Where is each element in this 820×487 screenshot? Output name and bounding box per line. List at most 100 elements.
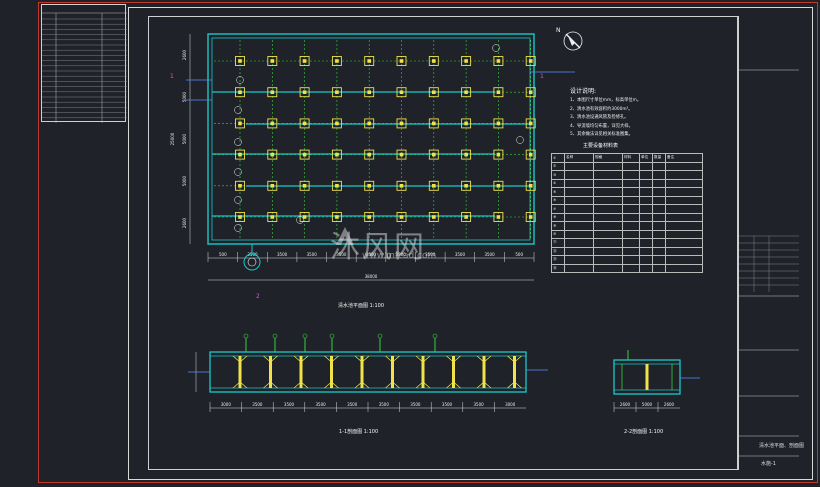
design-note-line: 5、其余做法详见相关标准图集。: [570, 131, 633, 137]
materials-cell: [652, 263, 666, 273]
materials-row: ⑧: [551, 212, 703, 222]
materials-cell: ⑧: [551, 212, 565, 222]
materials-cell: [665, 246, 703, 256]
materials-cell: [652, 204, 666, 214]
design-notes: 设计说明: 1、本图尺寸单位mm，标高单位m。 2、清水池有效容积约3000m³。…: [570, 86, 740, 137]
materials-cell: [639, 161, 653, 171]
materials-cell: [652, 195, 666, 205]
materials-cell: [665, 212, 703, 222]
plan-left-dimension: 5000: [182, 133, 187, 144]
materials-cell: [564, 161, 594, 171]
materials-cell: [652, 212, 666, 222]
materials-cell: [639, 246, 653, 256]
materials-cell: 名称: [564, 153, 594, 163]
materials-row: ③: [551, 170, 703, 180]
materials-cell: ⑩: [551, 229, 565, 239]
materials-cell: [564, 204, 594, 214]
section2-dimension: 5000: [642, 402, 653, 407]
materials-cell: [652, 238, 666, 248]
section1-dimension: 3500: [316, 402, 327, 407]
materials-cell: [652, 178, 666, 188]
plan-total-dimension: 38000: [365, 274, 378, 279]
materials-cell: [652, 246, 666, 256]
materials-row: ⑬: [551, 255, 703, 265]
design-notes-title: 设计说明:: [570, 88, 597, 95]
materials-cell: 规格: [593, 153, 623, 163]
materials-cell: [639, 195, 653, 205]
materials-cell: [639, 255, 653, 265]
materials-cell: [652, 255, 666, 265]
materials-cell: [639, 212, 653, 222]
materials-cell: 单位: [639, 153, 653, 163]
materials-cell: [593, 238, 623, 248]
materials-cell: [622, 170, 640, 180]
materials-cell: [564, 187, 594, 197]
materials-cell: [564, 229, 594, 239]
materials-cell: [593, 255, 623, 265]
materials-cell: [564, 221, 594, 231]
materials-cell: [593, 170, 623, 180]
materials-cell: [665, 170, 703, 180]
materials-cell: [622, 195, 640, 205]
materials-cell: [622, 246, 640, 256]
section1-dimension: 3500: [442, 402, 453, 407]
watermark-url: www.mfcad.com: [362, 251, 437, 261]
materials-cell: 备注: [665, 153, 703, 163]
materials-row: ⑦: [551, 204, 703, 214]
materials-cell: [593, 178, 623, 188]
materials-cell: [652, 229, 666, 239]
north-arrow: [563, 31, 583, 51]
materials-cell: [622, 178, 640, 188]
materials-cell: [593, 195, 623, 205]
design-note-line: 4、导流墙均匀布置，详见大样。: [570, 123, 633, 129]
plan-left-total: 25000: [170, 132, 175, 145]
section1-dimension: 3000: [221, 402, 232, 407]
materials-cell: [593, 204, 623, 214]
materials-cell: [639, 229, 653, 239]
materials-cell: ①: [551, 153, 565, 163]
materials-row: ⑭: [551, 263, 703, 273]
materials-cell: [622, 255, 640, 265]
materials-cell: [564, 263, 594, 273]
materials-cell: [665, 204, 703, 214]
section-1-1: 3000 3500 3500 3500 3500 3500 3500 3500 3500 3000: [188, 333, 548, 412]
materials-cell: ⑦: [551, 204, 565, 214]
section1-dimension: 3500: [474, 402, 485, 407]
materials-cell: [564, 212, 594, 222]
materials-cell: [593, 221, 623, 231]
materials-cell: [593, 246, 623, 256]
materials-cell: [639, 221, 653, 231]
materials-row: ⑫: [551, 246, 703, 256]
materials-row: ⑨: [551, 221, 703, 231]
materials-cell: [593, 212, 623, 222]
materials-row: ⑥: [551, 195, 703, 205]
design-note-line: 2、清水池有效容积约3000m³。: [570, 106, 633, 112]
materials-row: ⑪: [551, 238, 703, 248]
materials-cell: [665, 187, 703, 197]
materials-cell: [622, 204, 640, 214]
materials-cell: [622, 229, 640, 239]
materials-cell: ④: [551, 178, 565, 188]
materials-cell: ③: [551, 170, 565, 180]
materials-row: ⑩: [551, 229, 703, 239]
north-label: N: [556, 27, 561, 34]
materials-cell: [665, 161, 703, 171]
plan-dimension: 3500: [484, 252, 495, 257]
materials-cell: [665, 238, 703, 248]
materials-cell: [622, 212, 640, 222]
plan-caption: 清水池平面图 1:100: [338, 303, 384, 309]
materials-cell: [622, 263, 640, 273]
materials-cell: [564, 178, 594, 188]
materials-cell: [665, 195, 703, 205]
materials-cell: [639, 178, 653, 188]
section2-dimension: 2600: [664, 402, 675, 407]
materials-cell: [622, 221, 640, 231]
materials-cell: [593, 229, 623, 239]
section1-caption: 1-1剖面图 1:100: [339, 429, 379, 435]
materials-cell: [639, 187, 653, 197]
plan-dimension: 3500: [307, 252, 318, 257]
plan-left-dimension: 5000: [182, 91, 187, 102]
plan-dimension: 3500: [277, 252, 288, 257]
materials-cell: [564, 246, 594, 256]
materials-cell: [622, 161, 640, 171]
